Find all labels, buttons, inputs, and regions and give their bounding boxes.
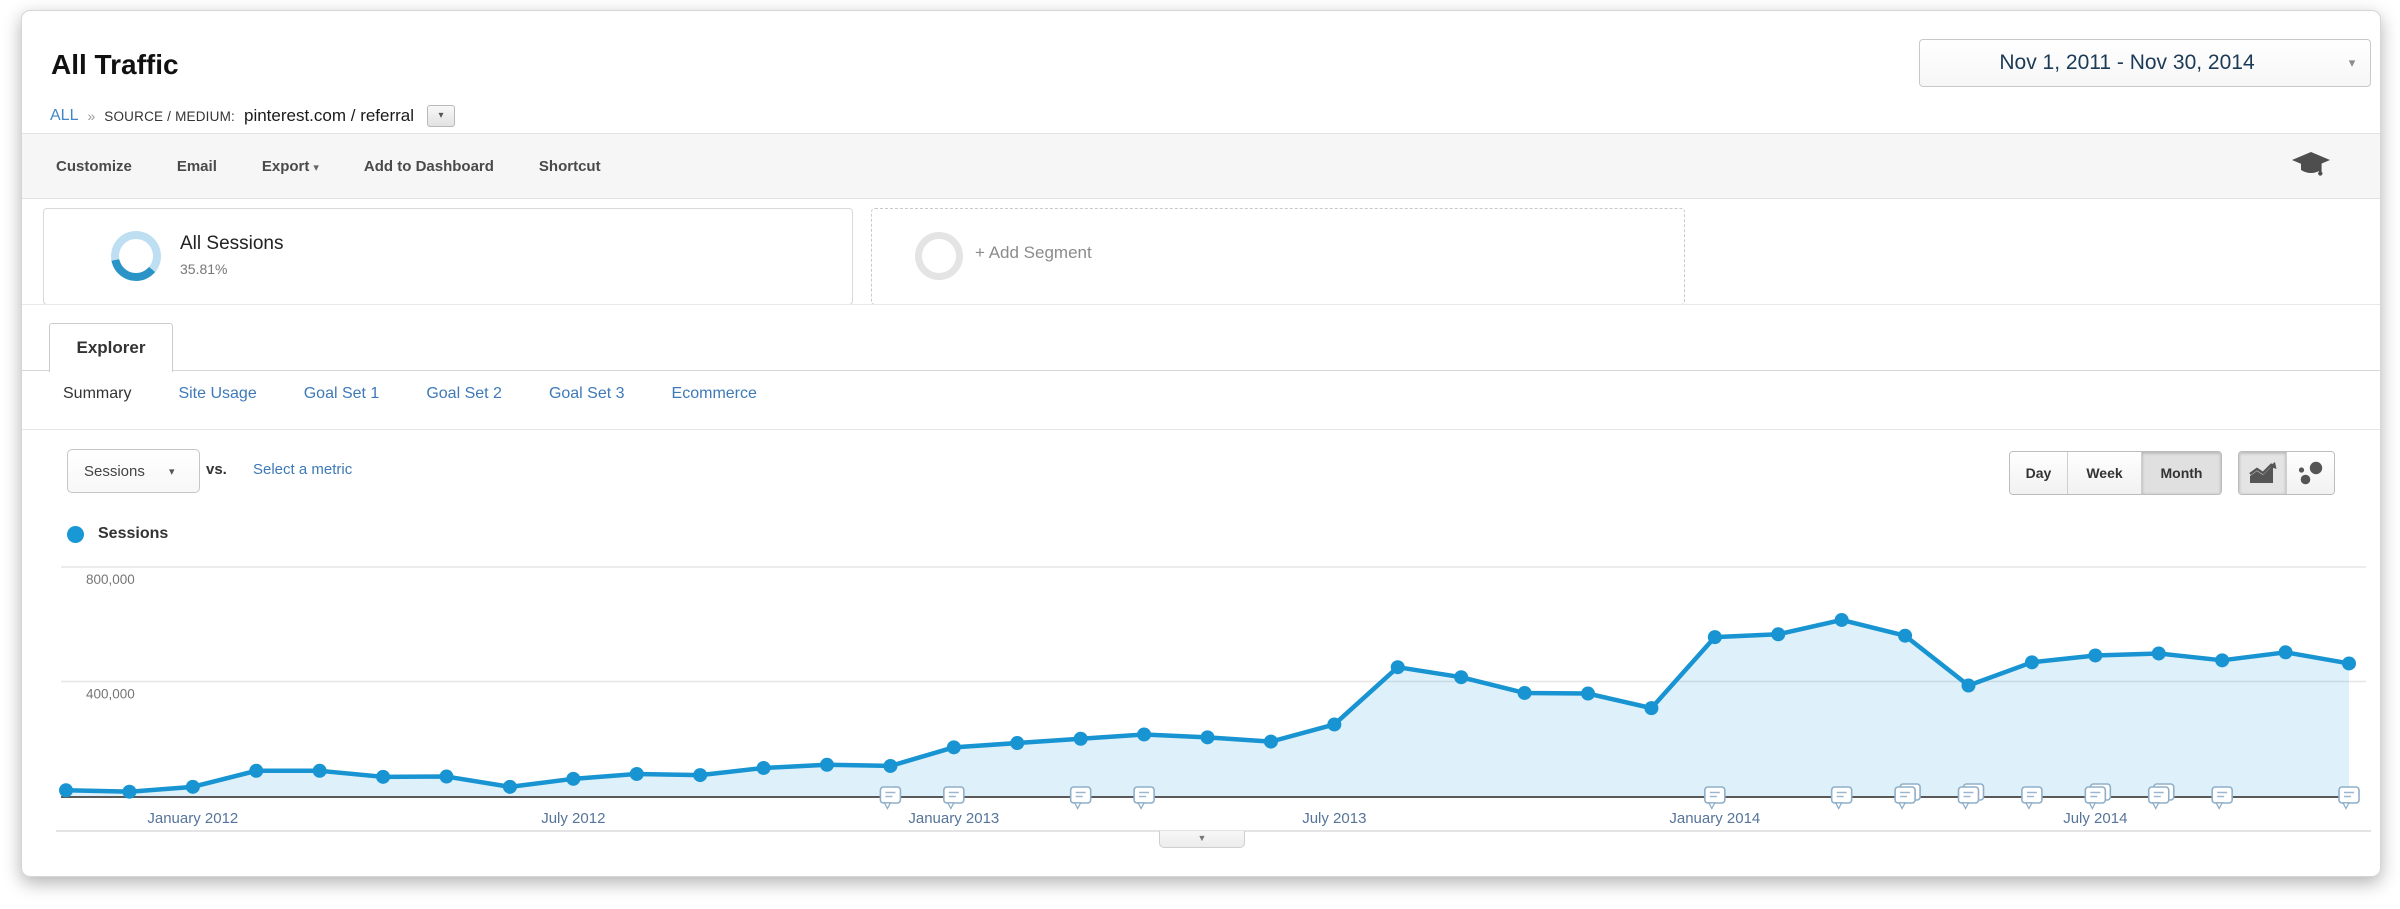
date-range-label: Nov 1, 2011 - Nov 30, 2014 (1920, 51, 2334, 75)
graduation-cap-icon (2290, 148, 2332, 182)
page-title: All Traffic (51, 49, 179, 81)
svg-text:January 2012: January 2012 (147, 810, 238, 827)
select-a-metric-link[interactable]: Select a metric (253, 461, 352, 478)
subnav-goal-set-1[interactable]: Goal Set 1 (304, 385, 380, 403)
subnav-goal-set-2[interactable]: Goal Set 2 (426, 385, 502, 403)
add-to-dashboard-button[interactable]: Add to Dashboard (364, 158, 494, 175)
tab-strip-bottom-divider (22, 370, 2380, 371)
export-button[interactable]: Export▾ (262, 158, 319, 175)
breadcrumb-dimension-label: SOURCE / MEDIUM: (104, 109, 235, 124)
granularity-day-button[interactable]: Day (2010, 452, 2067, 494)
report-subnav: Summary Site Usage Goal Set 1 Goal Set 2… (63, 385, 757, 403)
annotations-drawer-toggle[interactable]: ▼ (1159, 831, 1245, 848)
shortcut-button[interactable]: Shortcut (539, 158, 601, 175)
svg-text:400,000: 400,000 (86, 687, 135, 702)
legend-dot-icon (67, 526, 84, 543)
granularity-week-button[interactable]: Week (2067, 452, 2141, 494)
sessions-timeseries-chart[interactable]: 800,000 400,000 January 2012 July 2012 Janua… (22, 541, 2380, 871)
motion-chart-icon (2298, 461, 2324, 485)
svg-text:800,000: 800,000 (86, 572, 135, 587)
subnav-summary[interactable]: Summary (63, 385, 131, 403)
subnav-ecommerce[interactable]: Ecommerce (672, 385, 757, 403)
add-segment-ring-icon (915, 232, 963, 280)
subnav-site-usage[interactable]: Site Usage (178, 385, 256, 403)
add-segment-card[interactable]: + Add Segment (871, 208, 1685, 305)
metric-dropdown-label: Sessions (68, 463, 169, 480)
caret-down-icon: ▾ (439, 110, 444, 121)
segment-donut-icon (111, 231, 161, 281)
granularity-month-button[interactable]: Month (2141, 452, 2221, 494)
caret-down-icon: ▾ (2334, 55, 2370, 71)
add-segment-label: + Add Segment (975, 243, 1092, 263)
breadcrumb-separator: » (87, 108, 95, 124)
chart-type-button-group (2238, 451, 2335, 495)
line-chart-icon (2249, 462, 2277, 484)
date-range-selector[interactable]: Nov 1, 2011 - Nov 30, 2014 ▾ (1919, 39, 2371, 87)
breadcrumb-all-link[interactable]: ALL (50, 107, 78, 125)
tab-explorer[interactable]: Explorer (49, 323, 173, 372)
granularity-button-group: Day Week Month (2009, 451, 2222, 495)
breadcrumb: ALL » SOURCE / MEDIUM: pinterest.com / r… (50, 105, 455, 127)
metric-dropdown[interactable]: Sessions ▾ (67, 449, 200, 493)
intelligence-events-button[interactable] (2290, 148, 2332, 182)
line-chart-button[interactable] (2239, 452, 2286, 494)
svg-text:January 2013: January 2013 (908, 810, 999, 827)
subnav-divider (22, 429, 2380, 430)
segment-title: All Sessions (180, 233, 284, 255)
subnav-goal-set-3[interactable]: Goal Set 3 (549, 385, 625, 403)
customize-button[interactable]: Customize (56, 158, 132, 175)
breadcrumb-dropdown-button[interactable]: ▾ (427, 105, 455, 127)
svg-text:July 2014: July 2014 (2063, 810, 2127, 827)
email-button[interactable]: Email (177, 158, 217, 175)
breadcrumb-dimension-value: pinterest.com / referral (244, 106, 414, 126)
svg-text:July 2013: July 2013 (1302, 810, 1366, 827)
report-toolbar: Customize Email Export▾ Add to Dashboard… (22, 133, 2380, 199)
svg-text:January 2014: January 2014 (1669, 810, 1760, 827)
caret-down-icon: ▼ (1198, 833, 1207, 843)
segment-percent: 35.81% (180, 261, 227, 277)
motion-chart-button[interactable] (2286, 452, 2334, 494)
caret-down-icon: ▾ (313, 162, 319, 174)
tab-explorer-label: Explorer (77, 338, 146, 358)
caret-down-icon: ▾ (169, 465, 199, 478)
tab-strip-top-divider (22, 304, 2380, 305)
vs-label: vs. (206, 461, 227, 478)
segment-card-all-sessions[interactable]: All Sessions 35.81% (43, 208, 853, 305)
svg-text:July 2012: July 2012 (541, 810, 605, 827)
report-window: All Traffic ALL » SOURCE / MEDIUM: pinte… (21, 10, 2381, 877)
